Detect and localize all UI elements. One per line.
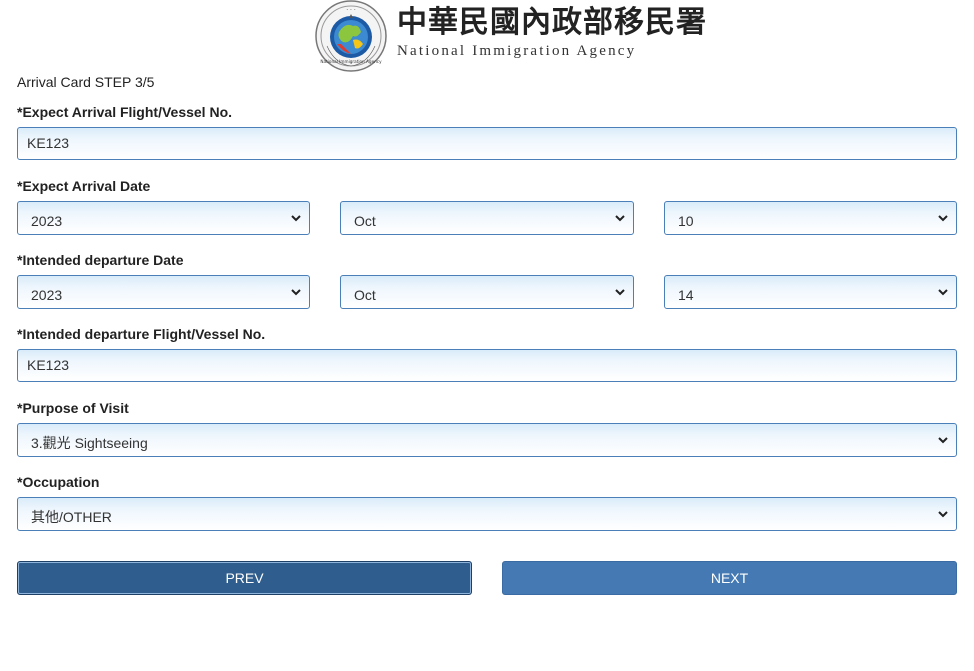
- occupation-select[interactable]: 其他/OTHER: [17, 497, 957, 531]
- svg-text:National Immigration Agency: National Immigration Agency: [320, 59, 382, 64]
- agency-header: · · · National Immigration Agency 中華民國內政…: [315, 0, 707, 72]
- chevron-down-icon: [938, 437, 948, 444]
- agency-name-chinese: 中華民國內政部移民署: [397, 5, 707, 40]
- chevron-down-icon: [291, 289, 301, 296]
- arrival-date-label: *Expect Arrival Date: [17, 178, 151, 194]
- departure-year-value: 2023: [31, 287, 63, 303]
- departure-flight-label: *Intended departure Flight/Vessel No.: [17, 326, 266, 342]
- arrival-flight-input[interactable]: KE123: [17, 127, 957, 160]
- purpose-label: *Purpose of Visit: [17, 400, 129, 416]
- step-indicator: Arrival Card STEP 3/5: [17, 74, 155, 90]
- departure-day-select[interactable]: 14: [664, 275, 957, 309]
- prev-button[interactable]: PREV: [17, 561, 472, 595]
- chevron-down-icon: [938, 511, 948, 518]
- arrival-flight-value: KE123: [27, 135, 70, 151]
- departure-day-value: 14: [678, 287, 694, 303]
- agency-seal-logo: · · · National Immigration Agency: [315, 0, 387, 72]
- departure-year-select[interactable]: 2023: [17, 275, 310, 309]
- arrival-day-value: 10: [678, 213, 694, 229]
- occupation-value: 其他/OTHER: [31, 509, 112, 525]
- svg-text:· · ·: · · ·: [346, 7, 356, 14]
- arrival-day-select[interactable]: 10: [664, 201, 957, 235]
- chevron-down-icon: [291, 215, 301, 222]
- departure-month-value: Oct: [354, 287, 376, 303]
- arrival-month-select[interactable]: Oct: [340, 201, 634, 235]
- departure-flight-value: KE123: [27, 357, 70, 373]
- arrival-month-value: Oct: [354, 213, 376, 229]
- next-button[interactable]: NEXT: [502, 561, 957, 595]
- agency-name-block: 中華民國內政部移民署 National Immigration Agency: [397, 6, 707, 60]
- purpose-value: 3.觀光 Sightseeing: [31, 435, 148, 451]
- arrival-card-page: · · · National Immigration Agency 中華民國內政…: [0, 0, 974, 671]
- arrival-year-select[interactable]: 2023: [17, 201, 310, 235]
- departure-date-label: *Intended departure Date: [17, 252, 184, 268]
- chevron-down-icon: [615, 215, 625, 222]
- departure-month-select[interactable]: Oct: [340, 275, 634, 309]
- chevron-down-icon: [615, 289, 625, 296]
- chevron-down-icon: [938, 289, 948, 296]
- arrival-flight-label: *Expect Arrival Flight/Vessel No.: [17, 104, 233, 120]
- chevron-down-icon: [938, 215, 948, 222]
- departure-flight-input[interactable]: KE123: [17, 349, 957, 382]
- agency-name-english: National Immigration Agency: [397, 43, 637, 59]
- arrival-year-value: 2023: [31, 213, 63, 229]
- occupation-label: *Occupation: [17, 474, 100, 490]
- purpose-select[interactable]: 3.觀光 Sightseeing: [17, 423, 957, 457]
